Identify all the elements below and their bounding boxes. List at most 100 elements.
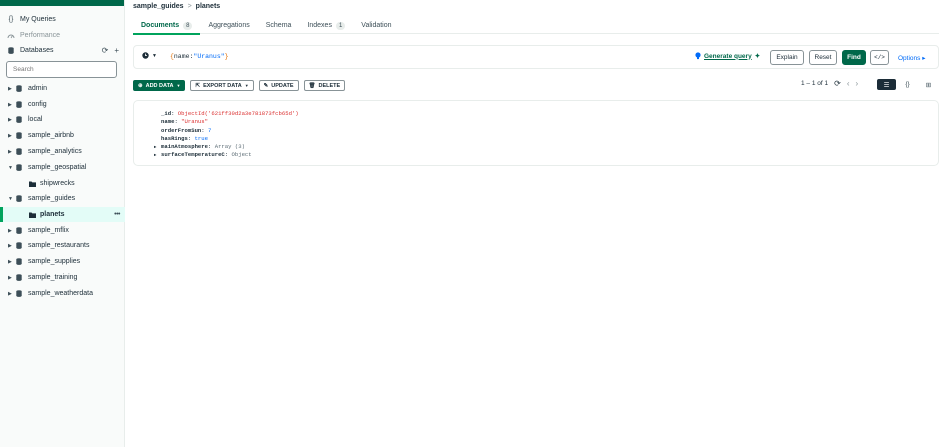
database-icon xyxy=(16,116,22,123)
tab-label: Documents xyxy=(141,22,180,29)
field-value: true xyxy=(194,134,209,142)
add-data-button[interactable]: ⊕ ADD DATA ▼ xyxy=(133,80,186,91)
caret-right-icon[interactable]: ▶ xyxy=(8,291,12,297)
field-key: orderFromSun xyxy=(161,126,202,134)
tab-count-badge: 1 xyxy=(335,21,346,30)
db-item-sample-guides[interactable]: ▼ sample_guides xyxy=(0,191,125,206)
refresh-icon[interactable]: ⟳ xyxy=(102,46,109,55)
refresh-icon[interactable]: ⟳ xyxy=(834,79,841,88)
caret-right-icon[interactable]: ▶ xyxy=(8,133,12,139)
field-key: hasRings xyxy=(161,134,188,142)
caret-right-icon[interactable]: ▶ xyxy=(8,86,12,92)
caret-right-icon[interactable]: ▶ xyxy=(8,102,12,108)
field-value: Object xyxy=(231,151,252,159)
database-icon xyxy=(16,227,22,234)
collection-item-shipwrecks[interactable]: shipwrecks xyxy=(0,176,125,191)
db-item-sample-training[interactable]: ▶ sample_training xyxy=(0,270,125,285)
folder-icon xyxy=(29,212,36,218)
more-options-icon[interactable]: ••• xyxy=(114,211,120,218)
field-key: _id xyxy=(161,110,172,117)
field-key: surfaceTemperatureC xyxy=(161,151,225,159)
db-item-local[interactable]: ▶ local xyxy=(0,112,125,127)
db-name: sample_training xyxy=(28,274,78,281)
databases-label: Databases xyxy=(20,47,54,54)
db-name: admin xyxy=(28,85,48,92)
sidebar-top-accent xyxy=(0,0,124,6)
db-item-sample-airbnb[interactable]: ▶ sample_airbnb xyxy=(0,128,125,143)
breadcrumb-database-link[interactable]: sample_guides xyxy=(133,3,184,10)
db-name: sample_weatherdata xyxy=(28,290,93,297)
database-icon xyxy=(16,132,22,139)
field-row-expandable[interactable]: ▶ mainAtmosphere: Array (3) xyxy=(154,143,299,151)
db-name: local xyxy=(28,116,43,123)
json-view-icon[interactable]: {} xyxy=(898,79,917,90)
tab-label: Indexes xyxy=(307,22,332,29)
explain-button[interactable]: Explain xyxy=(770,50,804,65)
query-options-toggle[interactable]: Options ▸ xyxy=(898,54,925,62)
db-item-sample-mflix[interactable]: ▶ sample_mflix xyxy=(0,223,125,238)
document-card[interactable]: _id: ObjectId('621ff30d2a3e781873fcb65d'… xyxy=(133,100,939,166)
delete-button[interactable]: 🗑 DELETE xyxy=(303,80,346,91)
sidebar-item-my-queries[interactable]: {} My Queries xyxy=(0,12,125,27)
chevron-right-icon[interactable]: › xyxy=(855,79,858,88)
db-name: sample_analytics xyxy=(28,148,82,155)
pagination-range: 1 – 1 of 1 xyxy=(801,80,829,87)
tab-schema[interactable]: Schema xyxy=(258,17,300,34)
caret-right-icon[interactable]: ▶ xyxy=(8,243,12,249)
database-icon xyxy=(16,195,22,202)
field-value: Array (3) xyxy=(214,143,245,151)
database-search-input[interactable] xyxy=(6,61,117,78)
caret-right-icon[interactable]: ▶ xyxy=(8,259,12,265)
db-item-sample-weatherdata[interactable]: ▶ sample_weatherdata xyxy=(0,286,125,301)
db-item-sample-restaurants[interactable]: ▶ sample_restaurants xyxy=(0,238,125,253)
caret-right-icon[interactable]: ▶ xyxy=(154,144,156,152)
list-view-icon[interactable]: ☰ xyxy=(877,79,896,90)
query-history-button[interactable]: ▼ xyxy=(142,52,157,59)
field-value: 7 xyxy=(208,126,212,134)
collection-item-planets[interactable]: planets ••• xyxy=(0,207,125,222)
database-icon xyxy=(16,242,22,249)
plus-icon[interactable]: + xyxy=(114,46,119,55)
caret-down-icon[interactable]: ▼ xyxy=(8,196,13,202)
tab-validation[interactable]: Validation xyxy=(353,17,399,34)
update-label: UPDATE xyxy=(271,82,294,89)
field-row-expandable[interactable]: ▶ surfaceTemperatureC: Object xyxy=(154,151,299,159)
generate-query-button[interactable]: Generate query ✦ xyxy=(695,52,760,60)
caret-right-icon[interactable]: ▶ xyxy=(8,275,12,281)
tab-aggregations[interactable]: Aggregations xyxy=(200,17,257,34)
db-name: sample_mflix xyxy=(28,227,69,234)
document-action-bar: ⊕ ADD DATA ▼ ⇱ EXPORT DATA ▼ ✎ UPDATE 🗑 … xyxy=(133,80,346,91)
export-data-button[interactable]: ⇱ EXPORT DATA ▼ xyxy=(190,80,254,91)
breadcrumb: sample_guides > planets xyxy=(133,3,220,10)
code-view-button[interactable]: </> xyxy=(870,50,889,65)
db-item-sample-analytics[interactable]: ▶ sample_analytics xyxy=(0,144,125,159)
chevron-left-icon[interactable]: ‹ xyxy=(847,79,850,88)
caret-down-icon[interactable]: ▼ xyxy=(8,165,13,171)
table-view-icon[interactable]: ⊞ xyxy=(919,79,938,90)
database-icon xyxy=(16,101,22,108)
caret-right-icon[interactable]: ▶ xyxy=(8,117,12,123)
find-button[interactable]: Find xyxy=(842,50,866,65)
my-queries-label: My Queries xyxy=(20,16,56,23)
db-item-sample-geospatial[interactable]: ▼ sample_geospatial xyxy=(0,160,125,175)
performance-label: Performance xyxy=(20,32,61,39)
caret-right-icon[interactable]: ▶ xyxy=(8,228,12,234)
tab-documents[interactable]: Documents 8 xyxy=(133,17,201,35)
chevron-down-icon: ▼ xyxy=(244,83,249,88)
reset-button[interactable]: Reset xyxy=(809,50,837,65)
caret-right-icon[interactable]: ▶ xyxy=(154,152,156,160)
caret-right-icon[interactable]: ▶ xyxy=(8,149,12,155)
tab-count-badge: 8 xyxy=(183,21,193,30)
selection-indicator xyxy=(0,207,3,222)
view-toggle: ☰ {} ⊞ xyxy=(877,79,938,90)
database-icon xyxy=(7,47,15,55)
update-button[interactable]: ✎ UPDATE xyxy=(258,80,299,91)
filter-input[interactable]: {name:"Uranus"} xyxy=(170,53,229,60)
db-item-config[interactable]: ▶ config xyxy=(0,97,125,112)
db-item-sample-supplies[interactable]: ▶ sample_supplies xyxy=(0,254,125,269)
db-item-admin[interactable]: ▶ admin xyxy=(0,81,125,96)
export-icon: ⇱ xyxy=(195,82,201,89)
tab-label: Schema xyxy=(265,22,292,29)
tab-indexes[interactable]: Indexes 1 xyxy=(299,17,353,34)
sidebar-item-performance[interactable]: Performance xyxy=(0,28,125,43)
